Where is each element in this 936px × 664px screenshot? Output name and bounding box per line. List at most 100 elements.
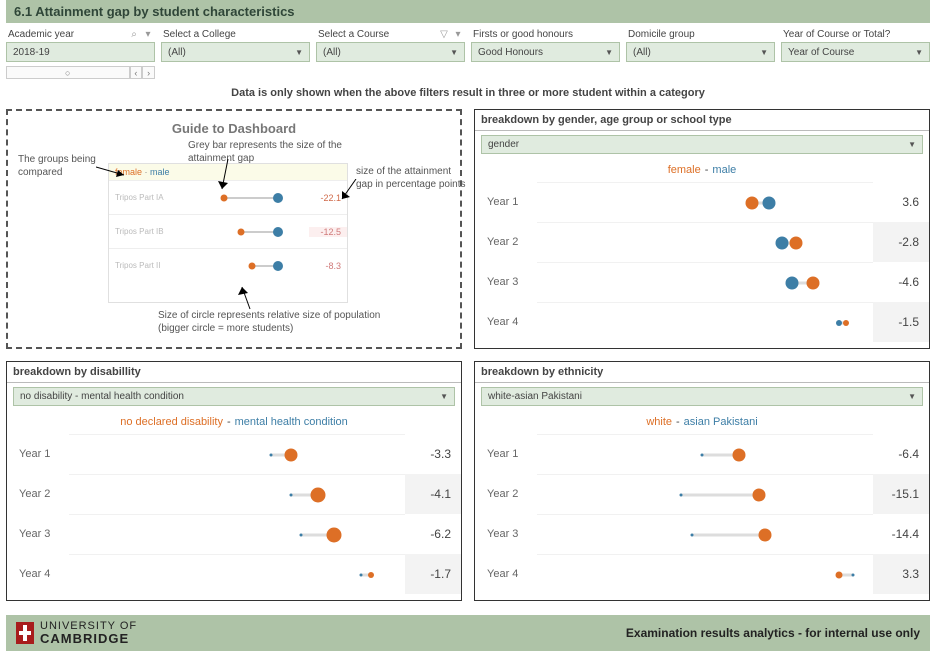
filter-value: Year of Course <box>788 47 854 58</box>
panel-title: breakdown by ethnicity <box>475 362 929 383</box>
row-plot <box>69 434 405 474</box>
row-label: Year 4 <box>475 568 537 580</box>
chart-row: Year 2-4.1 <box>7 474 461 514</box>
caret-down-icon: ▼ <box>915 48 923 57</box>
row-value: -4.1 <box>405 474 461 514</box>
guide-row-label: Tripos Part II <box>109 261 167 270</box>
dot-primary <box>284 448 297 461</box>
filter-select[interactable]: (All) ▼ <box>161 42 310 62</box>
caret-down-icon: ▼ <box>908 392 916 401</box>
caret-down-icon: ▼ <box>295 48 303 57</box>
row-plot <box>537 262 873 302</box>
row-label: Year 1 <box>475 196 537 208</box>
filter-select[interactable]: Good Honours ▼ <box>471 42 620 62</box>
row-value: -2.8 <box>873 222 929 262</box>
caret-down-icon: ▼ <box>760 48 768 57</box>
guide-title: Guide to Dashboard <box>18 121 450 136</box>
dot-primary <box>789 236 802 249</box>
prev-button[interactable]: ‹ <box>130 66 143 79</box>
row-plot <box>537 182 873 222</box>
dot-primary <box>368 572 374 578</box>
filter-label: Select a College <box>163 29 236 40</box>
footer-note: Examination results analytics - for inte… <box>626 626 920 640</box>
dot-secondary <box>762 196 775 209</box>
legend-c2: asian Pakistani <box>684 416 758 428</box>
dot-secondary <box>360 573 363 576</box>
legend-c1: white <box>646 416 672 428</box>
row-plot <box>69 474 405 514</box>
chart-row: Year 4 -1.7 <box>7 554 461 594</box>
panel-title: breakdown by disabillity <box>7 362 461 383</box>
filter-label: Domicile group <box>628 29 695 40</box>
compare-legend: white - asian Pakistani <box>475 412 929 434</box>
filter-label: Select a Course <box>318 29 389 40</box>
dot-primary <box>843 320 849 326</box>
guide-anno-groups: The groups being compared <box>18 153 106 179</box>
panel-select[interactable]: no disability - mental health condition … <box>13 387 455 406</box>
panel-select[interactable]: gender ▼ <box>481 135 923 154</box>
dot-primary <box>327 527 342 542</box>
slider-track[interactable]: ○ <box>6 66 130 79</box>
row-value: -15.1 <box>873 474 929 514</box>
brand: UNIVERSITY OF CAMBRIDGE <box>16 621 137 645</box>
row-plot <box>537 434 873 474</box>
filter-select[interactable]: 2018-19 <box>6 42 155 62</box>
caret-down-icon: ▼ <box>605 48 613 57</box>
guide-anno-bar: Grey bar represents the size of the atta… <box>188 139 358 165</box>
filter-value: (All) <box>323 47 341 58</box>
row-value: -1.7 <box>405 554 461 594</box>
panel-select[interactable]: white-asian Pakistani ▼ <box>481 387 923 406</box>
dot-primary <box>836 571 843 578</box>
filter-select[interactable]: (All) ▼ <box>316 42 465 62</box>
filter-select[interactable]: Year of Course ▼ <box>781 42 930 62</box>
row-label: Year 4 <box>7 568 69 580</box>
chart-row: Year 3-6.2 <box>7 514 461 554</box>
chart-row: Year 4-1.5 <box>475 302 929 342</box>
search-icon[interactable]: ⌕ <box>129 30 139 40</box>
filter-select[interactable]: (All) ▼ <box>626 42 775 62</box>
dot-secondary <box>700 453 703 456</box>
chart-rows: Year 1-6.4 Year 2 -15.1Year 3-14.4Year 43.… <box>475 434 929 600</box>
caret-down-icon[interactable]: ▾ <box>453 30 463 40</box>
dot-secondary <box>836 320 842 326</box>
chart-row: Year 3-14.4 <box>475 514 929 554</box>
funnel-icon[interactable]: ▽ <box>439 30 449 40</box>
dot-primary <box>310 487 325 502</box>
filter-label: Year of Course or Total? <box>783 29 890 40</box>
chart-row: Year 2 -15.1 <box>475 474 929 514</box>
dot-secondary <box>299 533 302 536</box>
caret-down-icon[interactable]: ▾ <box>143 30 153 40</box>
row-label: Year 1 <box>7 448 69 460</box>
filter-bar: Academic year ⌕ ▾ 2018-19 ○ ‹ › Select a… <box>6 27 930 79</box>
dot-secondary <box>690 533 693 536</box>
legend-c1: female <box>668 164 701 176</box>
filter-value: (All) <box>633 47 651 58</box>
panel-guide: Guide to Dashboard female · male Tripos … <box>6 109 462 349</box>
chart-row: Year 1-6.4 <box>475 434 929 474</box>
panel-title: breakdown by gender, age group or school… <box>475 110 929 131</box>
row-label: Year 2 <box>475 488 537 500</box>
row-label: Year 1 <box>475 448 537 460</box>
guide-row-value: -8.3 <box>309 261 347 271</box>
filter-label: Academic year <box>8 29 74 40</box>
row-value: -6.2 <box>405 527 461 541</box>
panel-select-value: white-asian Pakistani <box>488 391 582 402</box>
row-value: -4.6 <box>873 275 929 289</box>
guide-row-label: Tripos Part IA <box>109 193 167 202</box>
row-value: -14.4 <box>873 527 929 541</box>
row-value: 3.6 <box>873 195 929 209</box>
filter-honours: Firsts or good honours Good Honours ▼ <box>471 27 620 79</box>
row-plot <box>537 302 873 342</box>
next-button[interactable]: › <box>142 66 155 79</box>
caret-down-icon: ▼ <box>440 392 448 401</box>
filter-label: Firsts or good honours <box>473 29 573 40</box>
chart-row: Year 2-2.8 <box>475 222 929 262</box>
legend-c1: no declared disability <box>120 416 223 428</box>
guide-anno-size: Size of circle represents relative size … <box>158 309 388 335</box>
row-plot <box>537 554 873 594</box>
dot-secondary <box>851 573 854 576</box>
dot-secondary <box>776 236 789 249</box>
chart-row: Year 43.3 <box>475 554 929 594</box>
dot-primary <box>732 448 745 461</box>
panels-grid: Guide to Dashboard female · male Tripos … <box>6 109 930 601</box>
